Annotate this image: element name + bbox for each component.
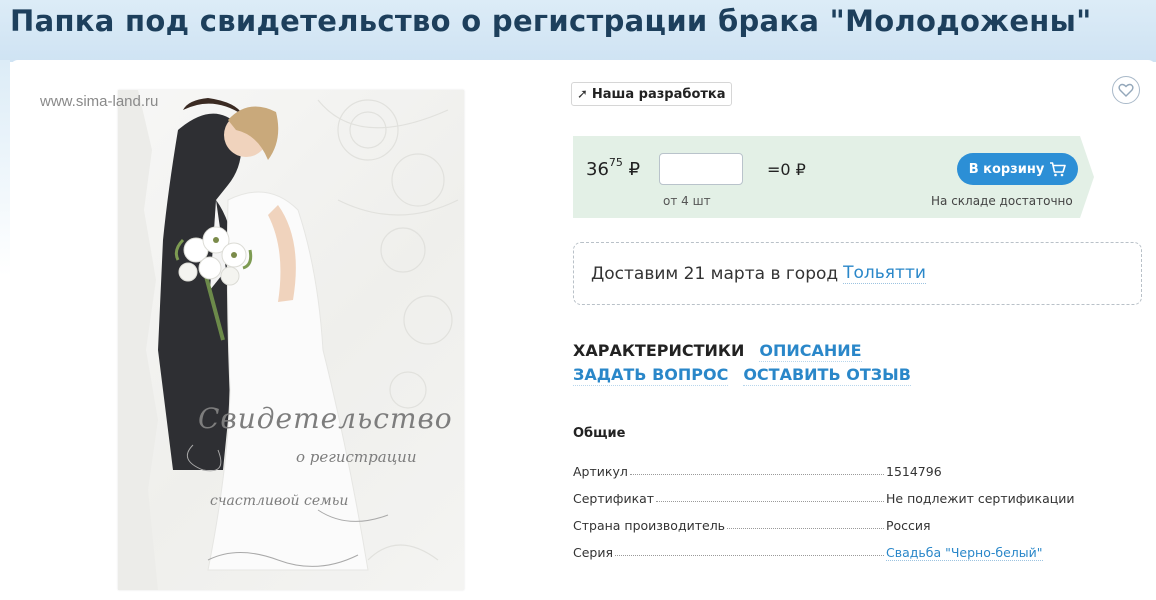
page-title: Папка под свидетельство о регистрации бр… [10,4,1092,38]
spec-value: 1514796 [886,464,942,479]
arrow-icon: ➚ [577,86,588,102]
spec-leader-dots [727,528,884,529]
script-line-2: о регистрации [296,448,417,466]
spec-label: Артикул [573,464,628,479]
image-watermark: www.sima-land.ru [40,93,159,110]
minimum-order-note: от 4 шт [663,194,711,208]
price-kop: 75 [608,156,623,169]
side-fade [0,60,10,600]
script-line-3: счастливой семьи [210,493,349,509]
spec-leader-dots [615,555,884,556]
price: 3675 ₽ [586,156,641,180]
total-price: =0 ₽ [767,160,806,179]
price-currency: ₽ [628,159,641,180]
cart-icon [1050,161,1067,176]
spec-row-country: Страна производитель Россия [573,515,1080,533]
spec-row-article: Артикул 1514796 [573,461,1080,479]
spec-row-series: Серия Свадьба "Черно-белый" [573,542,1080,561]
specs-section-title: Общие [573,426,626,441]
script-line-1: Свидетельство [198,402,453,435]
tab-characteristics[interactable]: ХАРАКТЕРИСТИКИ [573,339,744,363]
buy-panel-arrow [1080,136,1094,218]
spec-value-cell: Свадьба "Черно-белый" [886,545,1080,561]
delivery-box: Доставим 21 марта в город Тольятти [573,242,1142,305]
favorite-button[interactable] [1112,76,1140,104]
spec-label: Сертификат [573,491,655,506]
spec-label: Страна производитель [573,518,726,533]
tab-leave-review[interactable]: ОСТАВИТЬ ОТЗЫВ [743,365,911,386]
price-rub: 36 [586,159,609,180]
stock-status: На складе достаточно [931,194,1073,208]
spec-value: Не подлежит сертификации [886,491,1075,506]
city-link[interactable]: Тольятти [843,263,926,284]
product-image[interactable]: Свидетельство о регистрации счастливой с… [118,90,464,590]
delivery-text: Доставим 21 марта в город [591,263,839,284]
cart-button-label: В корзину [968,161,1045,177]
quantity-input[interactable] [659,153,743,185]
add-to-cart-button[interactable]: В корзину [957,153,1078,185]
spec-value: Россия [886,518,931,533]
wedding-photo-illustration [118,90,459,590]
heart-icon [1118,83,1134,97]
product-tabs: ХАРАКТЕРИСТИКИ ОПИСАНИЕ ЗАДАТЬ ВОПРОС ОСТАВ… [573,339,1043,387]
tab-ask-question[interactable]: ЗАДАТЬ ВОПРОС [573,365,729,386]
tab-description[interactable]: ОПИСАНИЕ [759,341,862,362]
our-development-badge[interactable]: ➚ Наша разработка [571,82,732,106]
spec-leader-dots [656,501,884,502]
series-link[interactable]: Свадьба "Черно-белый" [886,545,1043,561]
spec-label: Серия [573,545,613,560]
spec-row-certificate: Сертификат Не подлежит сертификации [573,488,1080,506]
spec-leader-dots [629,474,884,475]
badge-label: Наша разработка [591,86,726,102]
